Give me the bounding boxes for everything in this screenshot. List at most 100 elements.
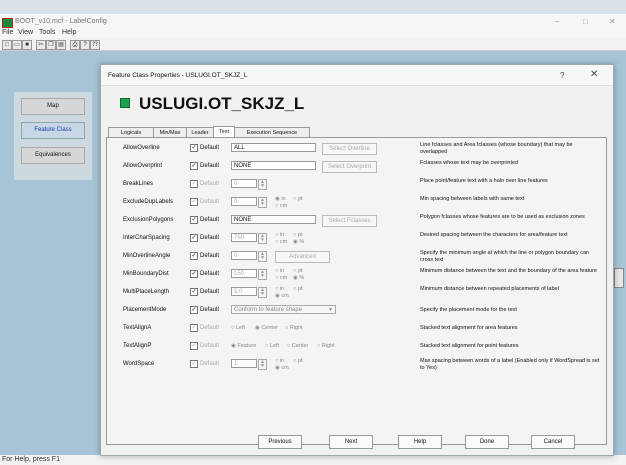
nav-map-button[interactable]: Map [21,98,85,115]
align-radio-left[interactable]: ○ Left [265,343,279,349]
default-checkbox[interactable]: ✓ [190,288,198,296]
spinner-icon[interactable]: ▲ ▼ [258,287,267,298]
value-field[interactable]: NONE [231,215,316,224]
spinner-icon[interactable]: ▲ ▼ [258,251,267,262]
nav-equivalences-button[interactable]: Equivalences [21,147,85,164]
nav-panel: Map Feature Class Equivalences [14,92,92,180]
help-icon[interactable]: ? [80,40,90,50]
spinner-icon[interactable]: ▲ ▼ [258,197,267,208]
cancel-button[interactable]: Cancel [531,435,575,449]
unit-radio-cm[interactable]: ◉ cm [275,293,289,299]
align-radio-center[interactable]: ○ Center [287,343,308,349]
placement-mode-select[interactable]: Conform to feature shape ▼ [231,305,336,314]
default-checkbox[interactable]: ✓ [190,162,198,170]
default-label: Default [200,181,220,187]
unit-radio-cm[interactable]: ○ cm [275,203,287,209]
unit-radio-percent[interactable]: ◉ % [293,275,304,281]
unit-radio-in[interactable]: ○ in [275,268,284,274]
unit-radio-cm[interactable]: ○ cm [275,239,287,245]
help-button[interactable]: Help [398,435,442,449]
dialog-help-button[interactable]: ? [560,71,564,80]
select-overprint-button[interactable]: Select Overprint [322,161,377,173]
unit-radio-in[interactable]: ◉ in [275,196,286,202]
value-field[interactable]: 0 [231,179,257,188]
default-checkbox[interactable]: ✓ [190,180,198,188]
default-label: Default [200,307,220,313]
unit-radio-pt[interactable]: ○ pt [293,358,302,364]
default-checkbox[interactable]: ✓ [190,342,198,350]
select-overline-button[interactable]: Select Overline [322,143,377,155]
nav-feature-class-button[interactable]: Feature Class [21,122,85,139]
cut-icon[interactable]: ✂ [36,40,46,50]
value-field[interactable]: 1 [231,359,257,368]
default-checkbox[interactable]: ✓ [190,252,198,260]
align-radio-right[interactable]: ○ Right [285,325,303,331]
value-field[interactable]: 0 [231,197,257,206]
value-field[interactable]: ALL [231,143,316,152]
spinner-icon[interactable]: ▲ ▼ [258,233,267,244]
row-label: BreakLines [123,181,154,187]
spinner-icon[interactable]: ▲ ▼ [258,179,267,190]
default-checkbox[interactable]: ✓ [190,324,198,332]
default-checkbox[interactable]: ✓ [190,270,198,278]
paste-icon[interactable]: ▤ [56,40,66,50]
align-radio-feature[interactable]: ◉ Feature [231,343,256,349]
value-field[interactable]: 5.0 [231,287,257,296]
default-checkbox[interactable]: ✓ [190,234,198,242]
unit-radio-pt[interactable]: ○ pt [293,196,302,202]
default-checkbox[interactable]: ✓ [190,306,198,314]
unit-radio-pt[interactable]: ○ pt [293,232,302,238]
row-label: AllowOverprint [123,163,163,169]
value-field[interactable]: 150 [231,269,257,278]
align-radio-right[interactable]: ○ Right [317,343,335,349]
row-minoverlineangle: MinOverlineAngle ✓ Default 0 ▲ ▼ Advanced… [107,249,606,264]
close-button[interactable]: ✕ [609,17,616,26]
done-button[interactable]: Done [465,435,509,449]
next-button[interactable]: Next [329,435,373,449]
value-field[interactable]: 750 [231,233,257,242]
unit-radio-in[interactable]: ○ in [275,286,284,292]
value-field[interactable]: 0 [231,251,257,260]
menu-view[interactable]: View [18,29,33,36]
print-icon[interactable]: ⎙ [70,40,80,50]
default-checkbox[interactable]: ✓ [190,144,198,152]
save-icon[interactable]: ■ [22,40,32,50]
whatsthis-icon[interactable]: ⁇ [90,40,100,50]
unit-radio-percent[interactable]: ◉ % [293,239,304,245]
previous-button[interactable]: Previous [258,435,302,449]
default-checkbox[interactable]: ✓ [190,360,198,368]
default-label: Default [200,199,220,205]
align-radio-left[interactable]: ○ Left [231,325,245,331]
select-fclasses-button[interactable]: Select Fclasses [322,215,377,227]
minimize-button[interactable]: – [555,17,559,26]
open-icon[interactable]: ▭ [12,40,22,50]
default-label: Default [200,145,220,151]
default-checkbox[interactable]: ✓ [190,198,198,206]
default-label: Default [200,289,220,295]
unit-radio-cm[interactable]: ○ cm [275,275,287,281]
spinner-icon[interactable]: ▲ ▼ [258,269,267,280]
advanced-button[interactable]: Advanced [275,251,330,263]
default-checkbox[interactable]: ✓ [190,216,198,224]
maximize-button[interactable]: □ [583,17,588,26]
app-logo-icon [2,18,13,28]
dialog-close-button[interactable]: ✕ [590,69,598,80]
row-description: Specify the placement mode for the text [420,307,517,313]
row-description: Specify the minimum angle at which the l… [420,250,590,263]
menu-tools[interactable]: Tools [39,29,55,36]
status-bar: For Help, press F1 [0,455,626,465]
unit-radio-in[interactable]: ○ in [275,358,284,364]
value-field[interactable]: NONE [231,161,316,170]
spinner-icon[interactable]: ▲ ▼ [258,359,267,370]
unit-radio-in[interactable]: ○ in [275,232,284,238]
align-radio-center[interactable]: ◉ Center [255,325,278,331]
new-icon[interactable]: □ [2,40,12,50]
unit-radio-pt[interactable]: ○ pt [293,268,302,274]
unit-radio-cm[interactable]: ◉ cm [275,365,289,371]
menu-file[interactable]: File [2,29,13,36]
row-label: WordSpace [123,361,155,367]
menu-help[interactable]: Help [62,29,76,36]
side-scroll-handle[interactable] [614,268,624,288]
copy-icon[interactable]: ❐ [46,40,56,50]
unit-radio-pt[interactable]: ○ pt [293,286,302,292]
